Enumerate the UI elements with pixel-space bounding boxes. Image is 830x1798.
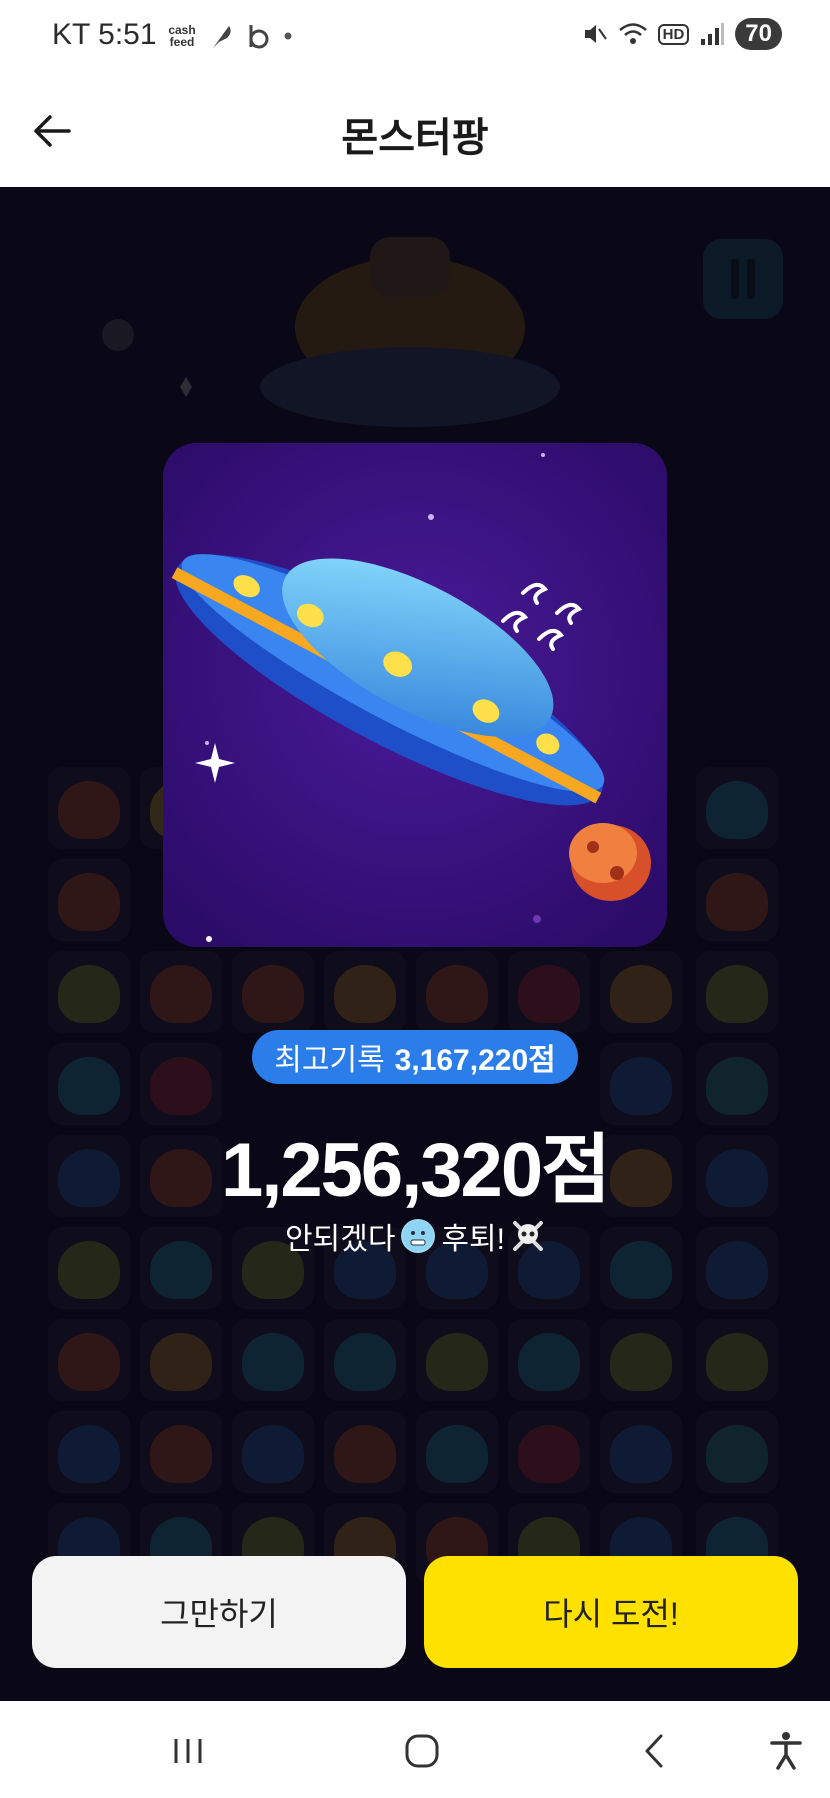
battery-indicator: 70 <box>735 18 782 50</box>
status-system-icons: HD 70 <box>582 18 782 50</box>
app-bar: 몬스터팡 <box>0 75 830 187</box>
home-button[interactable] <box>394 1729 450 1773</box>
final-score: 1,256,320점 <box>220 1128 611 1213</box>
page-title: 몬스터팡 <box>341 116 489 160</box>
recent-apps-button[interactable] <box>160 1729 216 1773</box>
result-message-part2: 후퇴! <box>441 1223 505 1256</box>
signal-icon <box>701 23 725 45</box>
status-bar: KT 5:51 cash feed HD 70 <box>0 0 830 75</box>
hd-badge: HD <box>657 23 690 45</box>
accessibility-button[interactable] <box>758 1729 814 1773</box>
system-nav-bar <box>0 1701 830 1798</box>
dot-icon <box>284 32 292 40</box>
status-app-icons: cash feed <box>165 22 295 50</box>
quit-button[interactable]: 그만하기 <box>32 1556 406 1668</box>
feather-icon <box>213 26 231 48</box>
best-record-badge: 최고기록 3,167,220점 <box>252 1030 578 1084</box>
home-icon <box>405 1734 439 1768</box>
nav-back-button[interactable] <box>626 1729 682 1773</box>
nav-back-icon <box>645 1734 663 1768</box>
ufo-illustration <box>163 443 667 947</box>
mute-icon <box>584 25 607 43</box>
b-app-icon <box>249 25 269 49</box>
recent-apps-icon <box>174 1739 202 1763</box>
wifi-icon <box>618 23 647 44</box>
cold-face-icon <box>401 1219 436 1253</box>
result-message-part1: 안되겠다 <box>285 1223 396 1256</box>
skull-crossbones-icon <box>511 1219 545 1253</box>
cashfeed-icon: cash feed <box>168 23 196 49</box>
best-record-label: 최고기록 <box>274 1044 385 1077</box>
ufo-illustration-card <box>163 443 667 947</box>
result-message: 안되겠다 후퇴! <box>0 1214 830 1258</box>
accessibility-icon <box>770 1732 802 1770</box>
status-carrier-time: KT 5:51 <box>52 18 157 51</box>
best-record-value: 3,167,220점 <box>394 1044 556 1077</box>
retry-button[interactable]: 다시 도전! <box>424 1556 798 1668</box>
